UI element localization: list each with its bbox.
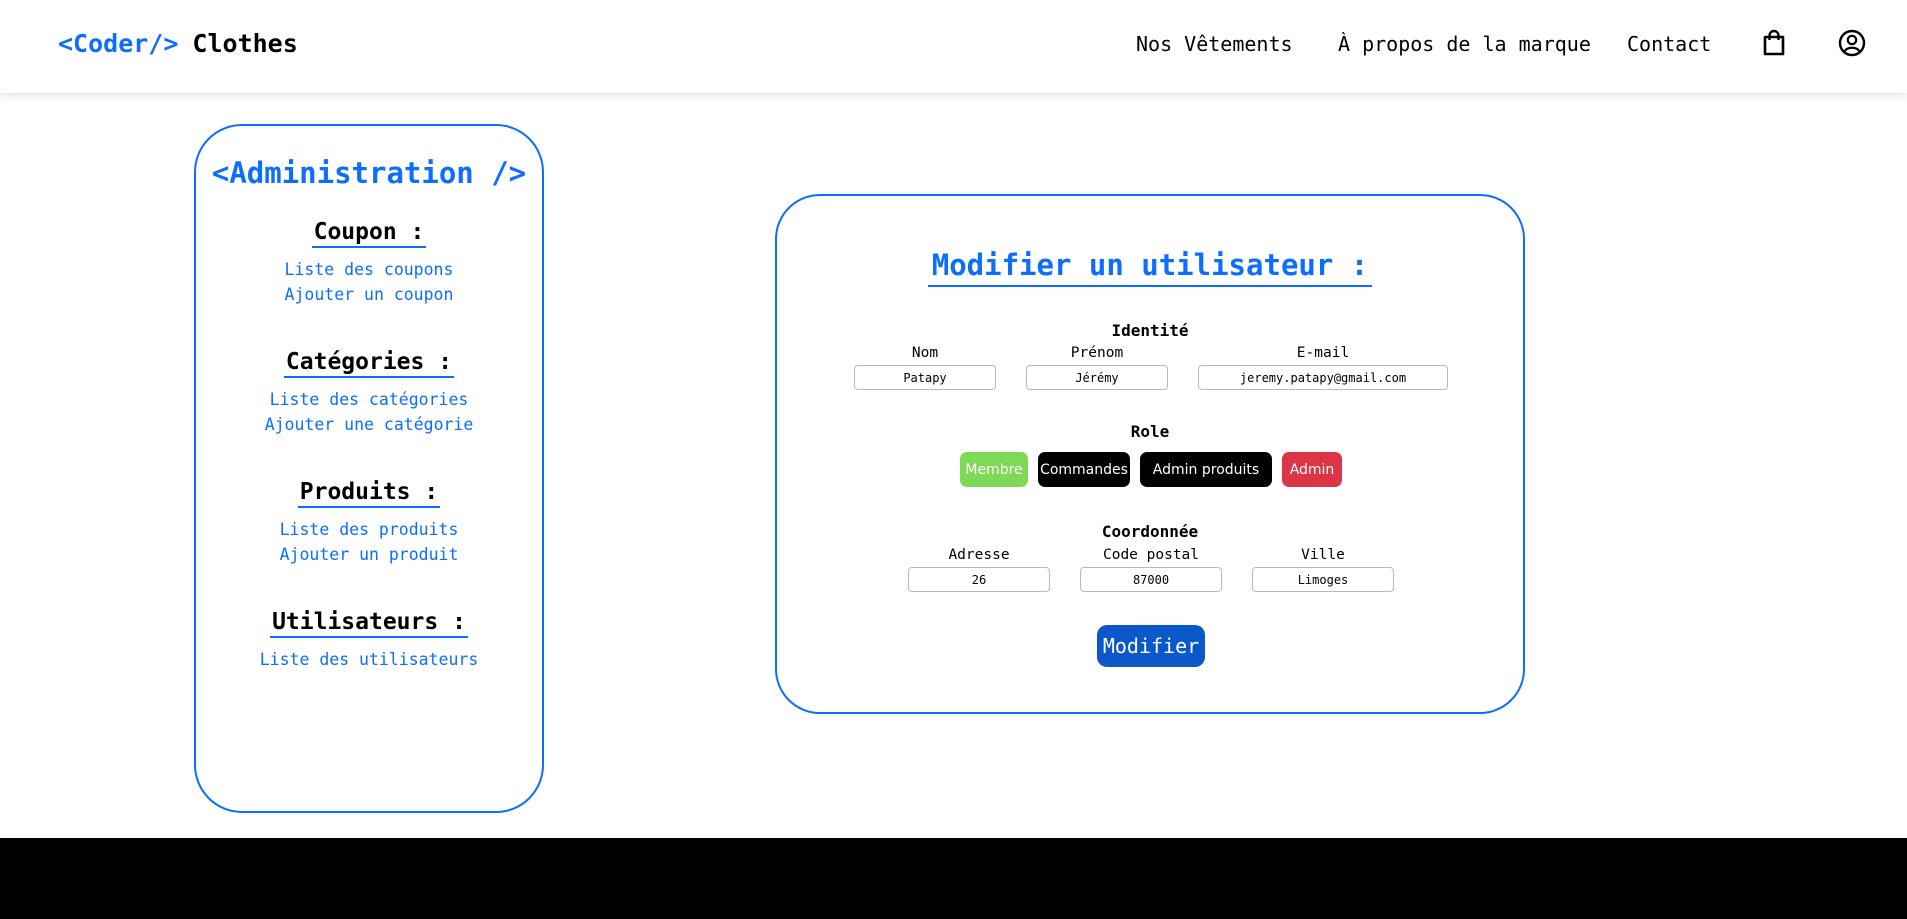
sidebar-section-categories: Catégories : Liste des catégories Ajoute… [196,349,542,437]
sidebar-heading-users: Utilisateurs : [270,609,468,638]
postal-code-label: Code postal [1102,547,1200,563]
user-circle-icon[interactable] [1837,28,1867,58]
form-title-wrap: Modifier un utilisateur : [777,248,1523,287]
address-group-title: Coordonnée [1101,522,1199,541]
address-input[interactable] [908,567,1050,592]
site-footer [0,838,1907,919]
address-field: Adresse [908,547,1050,592]
brand-name: Clothes [192,29,298,58]
sidebar-link-coupon-add[interactable]: Ajouter un coupon [196,282,542,307]
nav-link-clothes[interactable]: Nos Vêtements [1136,32,1293,56]
admin-sidebar: <Administration /> Coupon : Liste des co… [194,124,544,813]
last-name-input[interactable] [854,365,996,390]
role-group-title: Role [1130,422,1170,441]
city-field: Ville [1252,547,1394,592]
role-admin-button[interactable]: Admin [1282,452,1342,487]
brand-code: <Coder/> [58,29,179,58]
first-name-input[interactable] [1026,365,1168,390]
brand-logo[interactable]: <Coder/> Clothes [58,29,298,58]
first-name-label: Prénom [1070,345,1124,361]
nav-link-about[interactable]: À propos de la marque [1338,32,1591,56]
postal-code-input[interactable] [1080,567,1222,592]
last-name-label: Nom [911,345,939,361]
email-input[interactable] [1198,365,1448,390]
site-header: <Coder/> Clothes Nos Vêtements À propos d… [0,0,1907,93]
sidebar-heading-products: Produits : [297,479,441,508]
submit-button[interactable]: Modifier [1097,625,1205,667]
email-field: E-mail [1198,345,1448,390]
sidebar-link-product-list[interactable]: Liste des produits [196,517,542,542]
email-label: E-mail [1296,345,1350,361]
sidebar-title: <Administration /> [211,156,527,190]
city-input[interactable] [1252,567,1394,592]
form-title: Modifier un utilisateur : [927,248,1373,287]
edit-user-form: Modifier un utilisateur : Identité Nom P… [775,194,1525,714]
sidebar-link-category-add[interactable]: Ajouter une catégorie [196,412,542,437]
first-name-field: Prénom [1026,345,1168,390]
address-label: Adresse [948,547,1010,563]
role-member-button[interactable]: Membre [960,452,1028,487]
role-product-admin-button[interactable]: Admin produits [1140,452,1272,487]
role-orders-button[interactable]: Commandes [1038,452,1130,487]
sidebar-section-coupon: Coupon : Liste des coupons Ajouter un co… [196,219,542,307]
last-name-field: Nom [854,345,996,390]
sidebar-link-coupon-list[interactable]: Liste des coupons [196,257,542,282]
postal-code-field: Code postal [1080,547,1222,592]
sidebar-heading-categories: Catégories : [283,349,455,378]
nav-link-contact[interactable]: Contact [1627,32,1711,56]
shopping-bag-icon[interactable] [1759,28,1789,58]
sidebar-link-category-list[interactable]: Liste des catégories [196,387,542,412]
identity-group-title: Identité [1111,321,1189,340]
sidebar-section-users: Utilisateurs : Liste des utilisateurs [196,609,542,672]
sidebar-section-products: Produits : Liste des produits Ajouter un… [196,479,542,567]
sidebar-link-product-add[interactable]: Ajouter un produit [196,542,542,567]
city-label: Ville [1301,547,1345,563]
sidebar-link-user-list[interactable]: Liste des utilisateurs [196,647,542,672]
sidebar-heading-coupon: Coupon : [311,219,427,248]
